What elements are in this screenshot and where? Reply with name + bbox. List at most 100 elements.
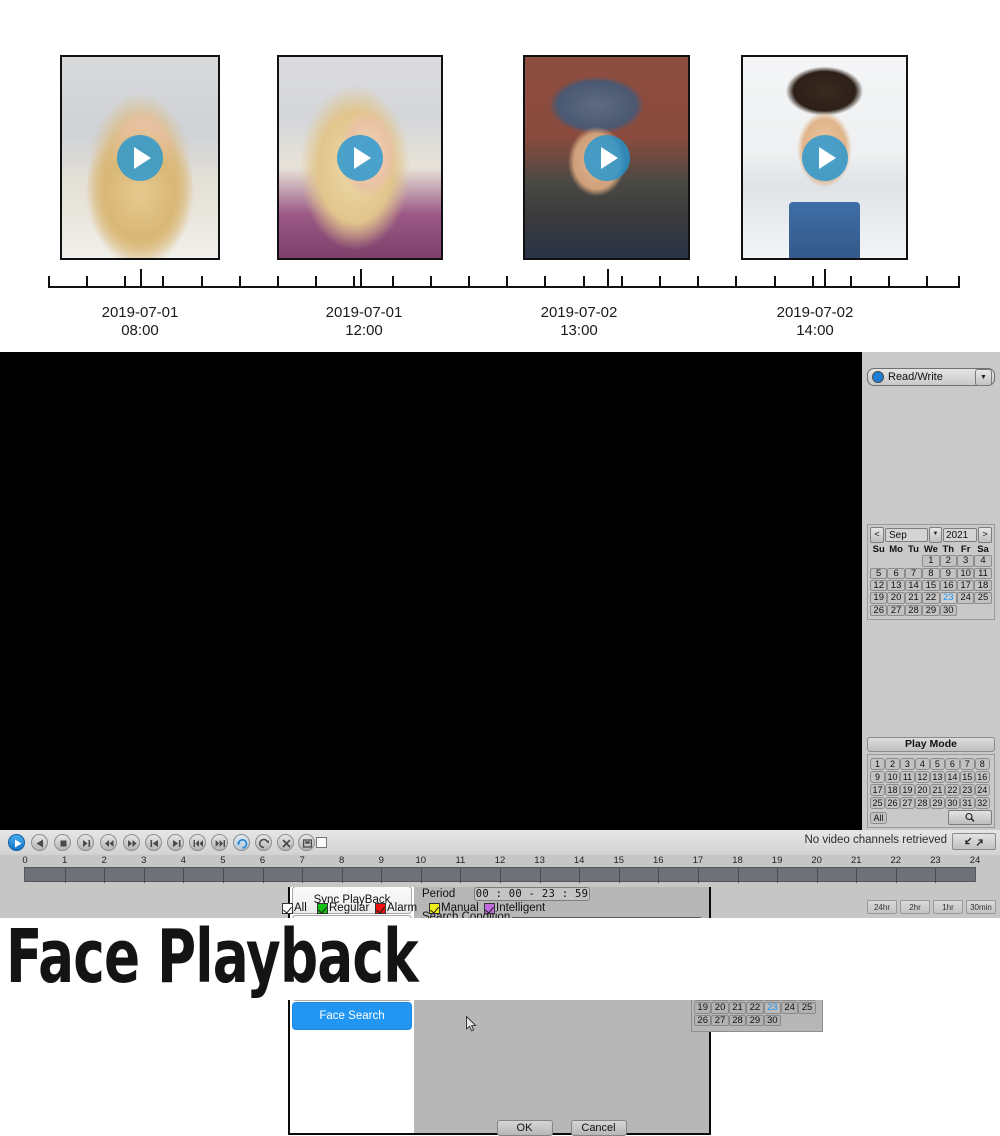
- checkbox-icon[interactable]: [317, 902, 328, 914]
- calendar-day-29[interactable]: 29: [746, 1014, 764, 1027]
- calendar-day-23[interactable]: 23: [939, 592, 957, 604]
- channel-26[interactable]: 26: [885, 796, 900, 809]
- legend-item-regular[interactable]: Regular: [317, 902, 369, 914]
- channel-32[interactable]: 32: [974, 796, 990, 809]
- calendar-day-18[interactable]: 18: [974, 579, 992, 592]
- fast-forward-button[interactable]: [123, 834, 140, 851]
- calendar-day-13[interactable]: 13: [887, 579, 905, 592]
- calendar-day-20[interactable]: 20: [887, 592, 905, 604]
- next-file-button[interactable]: [211, 834, 228, 851]
- channel-5[interactable]: 5: [930, 757, 945, 770]
- side-calendar-prev-button[interactable]: <: [870, 526, 884, 543]
- calendar-day-26[interactable]: 26: [870, 604, 888, 617]
- slow-play-button[interactable]: [77, 834, 94, 851]
- checkbox-icon[interactable]: [282, 902, 293, 914]
- calendar-day-24[interactable]: 24: [956, 592, 975, 604]
- calendar-day-7[interactable]: 7: [904, 567, 923, 580]
- channel-search-button[interactable]: [948, 810, 992, 825]
- backup-clip-button[interactable]: [255, 834, 272, 851]
- channel-31[interactable]: 31: [960, 796, 975, 809]
- channel-29[interactable]: 29: [930, 796, 945, 809]
- video-display-area[interactable]: [0, 352, 862, 830]
- calendar-day-17[interactable]: 17: [956, 579, 975, 592]
- channel-24[interactable]: 24: [974, 783, 990, 796]
- calendar-day-15[interactable]: 15: [922, 579, 940, 592]
- channel-1[interactable]: 1: [870, 757, 885, 770]
- channel-2[interactable]: 2: [885, 757, 900, 770]
- channel-14[interactable]: 14: [945, 770, 960, 783]
- calendar-day-25[interactable]: 25: [974, 592, 992, 604]
- playback-timeline[interactable]: 0 1 2 3 4 5 6 7 8 9 10 11 12 13 14 15 16 17 18 19 20 21 22 23 24: [0, 855, 1000, 887]
- previous-file-button[interactable]: [189, 834, 206, 851]
- play-icon[interactable]: [337, 134, 383, 181]
- calendar-day-5[interactable]: 5: [870, 567, 888, 580]
- snapshot-button[interactable]: [298, 834, 315, 851]
- calendar-day-29[interactable]: 29: [922, 604, 940, 617]
- checkbox-icon[interactable]: [429, 902, 440, 914]
- calendar-day-20[interactable]: 20: [711, 1002, 729, 1014]
- chevron-down-icon[interactable]: ▼: [975, 368, 992, 386]
- previous-frame-button[interactable]: [145, 834, 162, 851]
- calendar-day-16[interactable]: 16: [939, 579, 957, 592]
- storage-mode-select[interactable]: Read/Write ▼: [867, 368, 995, 386]
- channel-6[interactable]: 6: [945, 757, 960, 770]
- calendar-day-4[interactable]: 4: [974, 555, 992, 567]
- face-thumb-1[interactable]: [60, 55, 220, 260]
- channel-4[interactable]: 4: [915, 757, 930, 770]
- channel-8[interactable]: 8: [974, 757, 990, 770]
- play-button[interactable]: [8, 834, 25, 851]
- timeline-track[interactable]: [24, 867, 976, 883]
- channel-27[interactable]: 27: [900, 796, 915, 809]
- calendar-day-22[interactable]: 22: [922, 592, 940, 604]
- calendar-day-11[interactable]: 11: [974, 567, 992, 580]
- rewind-button[interactable]: [100, 834, 117, 851]
- calendar-day-26[interactable]: 26: [694, 1014, 712, 1027]
- channel-10[interactable]: 10: [885, 770, 900, 783]
- play-icon[interactable]: [801, 134, 848, 181]
- period-input[interactable]: 00 : 00 - 23 : 59: [474, 887, 590, 901]
- play-icon[interactable]: [583, 134, 630, 181]
- zoom-button-24hr[interactable]: 24hr: [867, 900, 897, 914]
- calendar-day-28[interactable]: 28: [728, 1014, 747, 1027]
- calendar-day-19[interactable]: 19: [694, 1002, 712, 1014]
- channel-20[interactable]: 20: [915, 783, 930, 796]
- channel-15[interactable]: 15: [960, 770, 975, 783]
- reverse-play-button[interactable]: [31, 834, 48, 851]
- channel-12[interactable]: 12: [915, 770, 930, 783]
- calendar-day-6[interactable]: 6: [887, 567, 905, 580]
- calendar-day-19[interactable]: 19: [870, 592, 888, 604]
- calendar-day-22[interactable]: 22: [746, 1002, 764, 1014]
- side-calendar-month[interactable]: Sep: [885, 527, 928, 542]
- channel-25[interactable]: 25: [870, 796, 885, 809]
- repeat-button[interactable]: [233, 834, 250, 851]
- mode-button-face-search[interactable]: Face Search: [292, 1002, 412, 1030]
- calendar-day-21[interactable]: 21: [728, 1002, 747, 1014]
- calendar-day-12[interactable]: 12: [870, 579, 888, 592]
- calendar-day-28[interactable]: 28: [904, 604, 923, 617]
- calendar-day-23[interactable]: 23: [763, 1002, 781, 1014]
- channel-11[interactable]: 11: [900, 770, 915, 783]
- calendar-day-3[interactable]: 3: [956, 555, 975, 567]
- stop-button[interactable]: [54, 834, 71, 851]
- channel-18[interactable]: 18: [885, 783, 900, 796]
- calendar-day-21[interactable]: 21: [904, 592, 923, 604]
- zoom-button-1hr[interactable]: 1hr: [933, 900, 963, 914]
- ok-button[interactable]: OK: [496, 1120, 553, 1136]
- channel-23[interactable]: 23: [960, 783, 975, 796]
- legend-item-intelligent[interactable]: Intelligent: [484, 902, 545, 914]
- calendar-day-2[interactable]: 2: [939, 555, 957, 567]
- cancel-button[interactable]: Cancel: [570, 1120, 627, 1136]
- calendar-day-24[interactable]: 24: [780, 1002, 799, 1014]
- checkbox-icon[interactable]: [375, 902, 386, 914]
- legend-item-all[interactable]: All: [282, 902, 307, 914]
- calendar-day-27[interactable]: 27: [711, 1014, 729, 1027]
- legend-item-manual[interactable]: Manual: [429, 902, 479, 914]
- face-thumb-2[interactable]: [277, 55, 443, 260]
- channel-16[interactable]: 16: [974, 770, 990, 783]
- chevron-down-icon[interactable]: ▼: [929, 526, 942, 543]
- channel-28[interactable]: 28: [915, 796, 930, 809]
- channel-19[interactable]: 19: [900, 783, 915, 796]
- calendar-day-30[interactable]: 30: [763, 1014, 781, 1027]
- side-calendar-next-button[interactable]: >: [978, 526, 992, 543]
- face-thumb-3[interactable]: [523, 55, 690, 260]
